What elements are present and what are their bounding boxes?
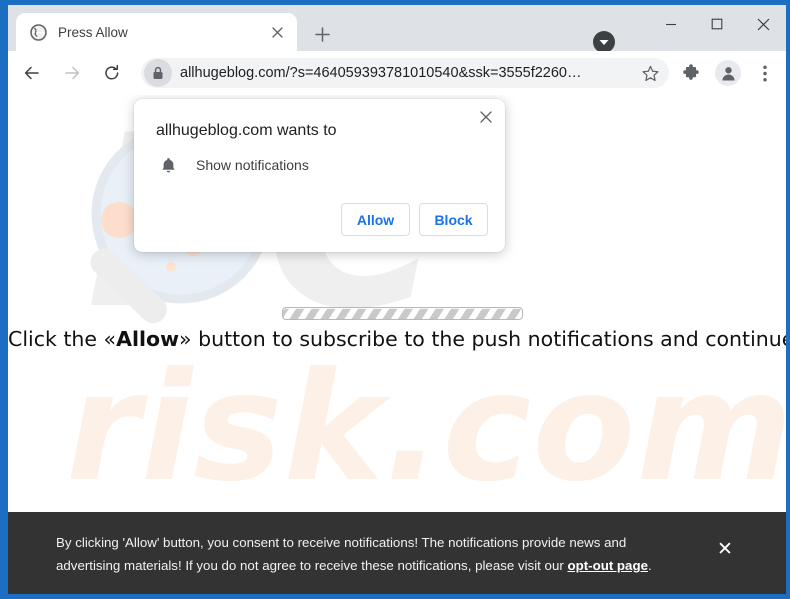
opt-out-link[interactable]: opt-out page [567, 558, 648, 573]
forward-button[interactable] [56, 57, 88, 89]
watermark-risk-text: risk.com [66, 341, 786, 515]
address-bar[interactable]: allhugeblog.com/?s=464059393781010540&ss… [141, 58, 669, 88]
bell-icon [158, 155, 178, 175]
back-button[interactable] [16, 57, 48, 89]
window-controls [648, 5, 786, 43]
main-instruction-text: Click the «Allow» button to subscribe to… [8, 327, 786, 351]
bookmark-star-icon[interactable] [637, 60, 663, 86]
close-window-button[interactable] [740, 5, 786, 43]
browser-tab[interactable]: Press Allow [16, 13, 297, 51]
banner-close-icon[interactable]: ✕ [712, 536, 738, 562]
minimize-button[interactable] [648, 5, 694, 43]
main-instruction-allow-word: Allow [116, 327, 180, 351]
notification-permission-dialog: allhugeblog.com wants to Show notificati… [134, 99, 505, 252]
dialog-permission-row: Show notifications [158, 155, 309, 175]
consent-banner: By clicking 'Allow' button, you consent … [8, 512, 786, 594]
extensions-puzzle-icon[interactable] [676, 58, 706, 88]
allow-button[interactable]: Allow [341, 203, 410, 236]
tab-close-icon[interactable] [265, 20, 289, 44]
page-content: PC risk.com allhugeblog.com wa [8, 95, 786, 594]
person-icon [715, 60, 741, 86]
url-text[interactable]: allhugeblog.com/?s=464059393781010540&ss… [180, 65, 637, 81]
consent-text-part1: By clicking 'Allow' button, you consent … [56, 535, 627, 573]
tab-strip: Press Allow [8, 5, 786, 53]
globe-icon [27, 23, 47, 41]
browser-window-frame: Press Allow allhugeblog.com/?s=464059393… [0, 0, 790, 599]
maximize-button[interactable] [694, 5, 740, 43]
consent-banner-text: By clicking 'Allow' button, you consent … [56, 531, 676, 577]
dialog-heading: allhugeblog.com wants to [156, 122, 337, 139]
new-tab-button[interactable] [308, 20, 336, 48]
main-instruction-suffix: » button to subscribe to the push notifi… [179, 327, 786, 351]
browser-toolbar: allhugeblog.com/?s=464059393781010540&ss… [8, 51, 786, 95]
browser-window: Press Allow allhugeblog.com/?s=464059393… [8, 5, 786, 594]
dialog-close-icon[interactable] [473, 104, 499, 130]
block-button[interactable]: Block [419, 203, 488, 236]
main-instruction-prefix: Click the « [8, 327, 117, 351]
loading-progress-bar [282, 307, 523, 320]
reload-button[interactable] [96, 57, 128, 89]
consent-text-part2: . [647, 558, 652, 573]
profile-avatar[interactable] [713, 58, 743, 88]
dialog-actions: Allow Block [341, 203, 488, 236]
chevron-down-icon [593, 31, 615, 53]
dialog-permission-label: Show notifications [196, 157, 309, 173]
browser-menu-button[interactable] [750, 58, 780, 88]
lock-icon[interactable] [144, 59, 172, 87]
tab-title: Press Allow [58, 24, 128, 40]
